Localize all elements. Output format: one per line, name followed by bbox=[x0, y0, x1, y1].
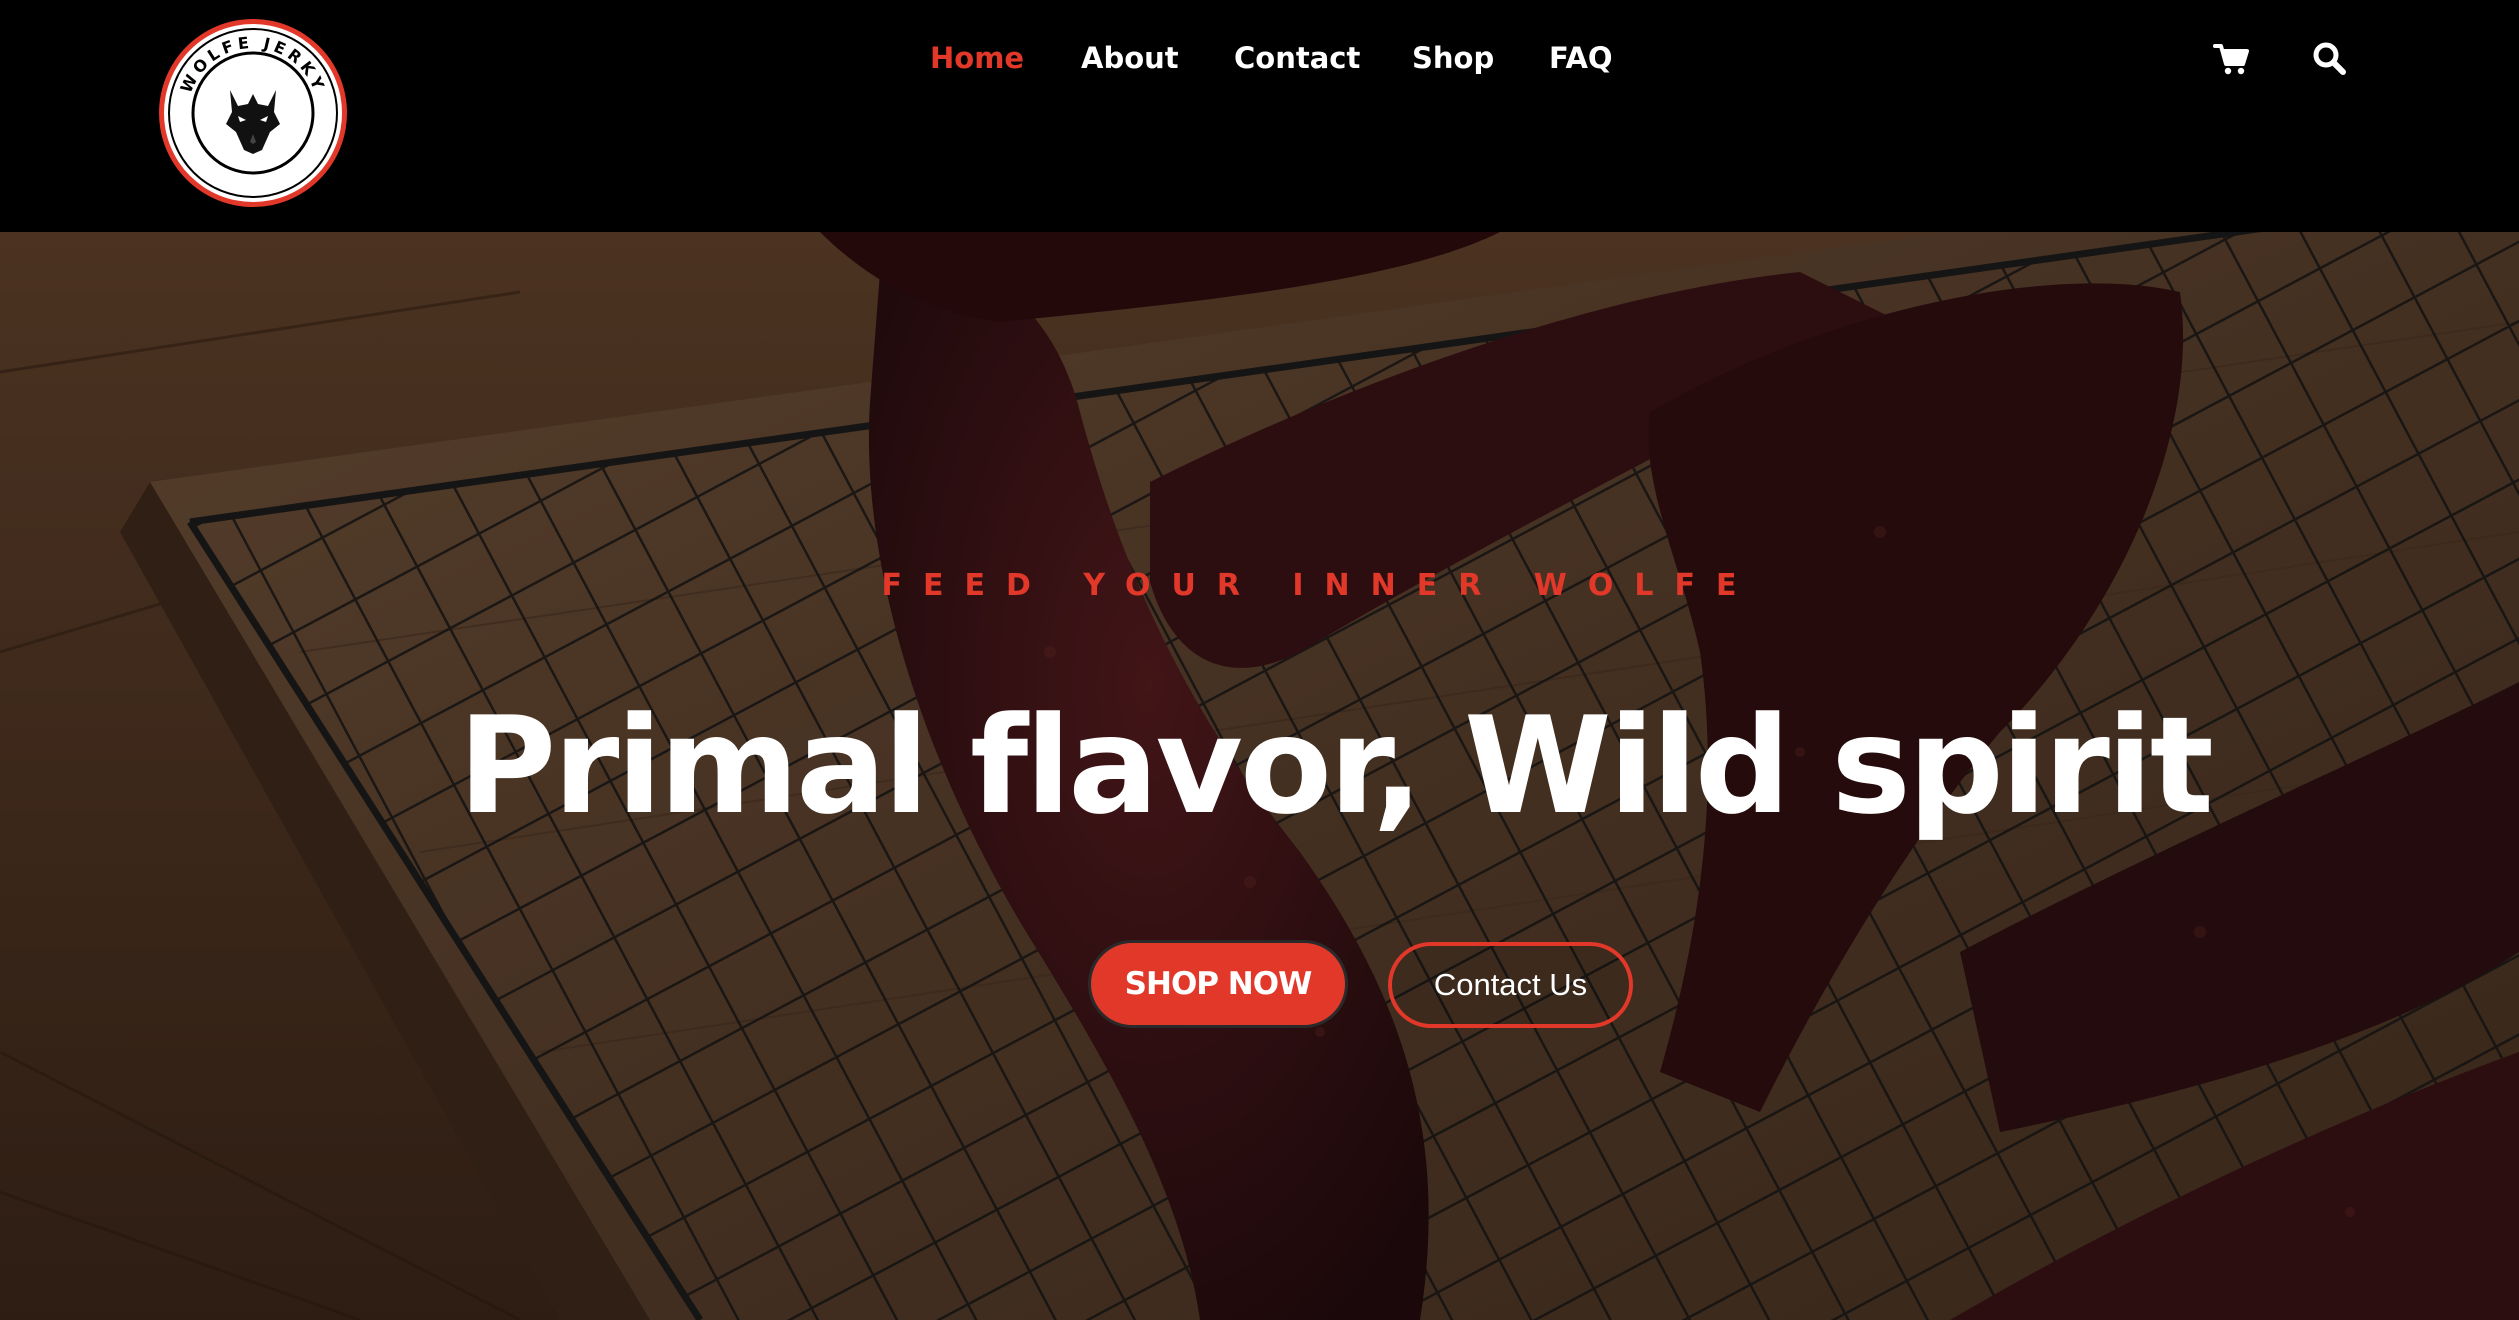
hero-section: FEED YOUR INNER WOLFE Primal flavor, Wil… bbox=[0, 232, 2519, 1320]
search-icon[interactable] bbox=[2309, 38, 2349, 78]
shop-now-button[interactable]: SHOP NOW bbox=[1088, 940, 1348, 1028]
cart-icon[interactable] bbox=[2211, 38, 2251, 78]
hero-headline: Primal flavor, Wild spirit bbox=[458, 688, 2214, 844]
hero-eyebrow: FEED YOUR INNER WOLFE bbox=[881, 568, 1758, 603]
contact-us-button[interactable]: Contact Us bbox=[1388, 942, 1633, 1028]
site-header: WOLFE JERKY Home About Contact Shop FAQ bbox=[0, 0, 2519, 232]
main-nav: Home About Contact Shop FAQ bbox=[0, 0, 2519, 116]
nav-shop[interactable]: Shop bbox=[1412, 36, 1494, 80]
nav-faq[interactable]: FAQ bbox=[1549, 36, 1613, 80]
nav-about[interactable]: About bbox=[1081, 36, 1179, 80]
nav-contact[interactable]: Contact bbox=[1234, 36, 1360, 80]
nav-home[interactable]: Home bbox=[930, 36, 1024, 80]
page: WOLFE JERKY Home About Contact Shop FAQ bbox=[0, 0, 2519, 1320]
